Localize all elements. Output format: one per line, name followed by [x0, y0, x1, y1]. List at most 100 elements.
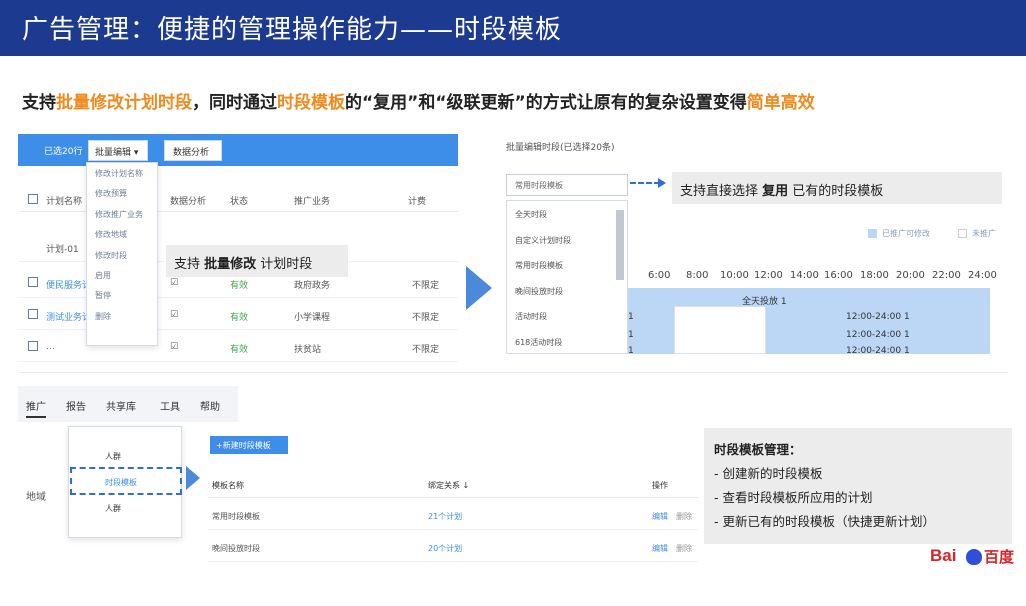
column-header: 状态 [230, 197, 249, 207]
info-title: 时段模板管理： [714, 442, 802, 457]
chart-icon[interactable]: ☑ [170, 278, 178, 288]
billing: 不限定 [412, 313, 440, 323]
legend-swatch [868, 229, 877, 238]
data-analysis-button[interactable]: 数据分析 [164, 140, 222, 161]
callout-text: 支持 [174, 257, 205, 272]
subtitle: 支持批量修改计划时段，同时通过时段模板的“复用”和“级联更新”的方式让原有的复杂… [22, 88, 815, 113]
table-row[interactable]: 常用时段模板 21个计划 编辑 删除 [208, 500, 698, 530]
bar-label: 全天投放 1 [742, 297, 787, 307]
hour-label: 22:00 [932, 270, 961, 281]
callout-bold: 批量修改 [204, 257, 257, 272]
hour-label: 6:00 [648, 270, 671, 281]
menu-item[interactable]: 人群 [105, 503, 121, 514]
billing: 不限定 [412, 281, 440, 291]
tab-shared-library[interactable]: 共享库 [106, 398, 136, 413]
column-header: 计费 [408, 197, 427, 207]
range-label: 12:00-24:00 1 [846, 346, 910, 356]
menu-item[interactable]: 修改地域 [87, 224, 157, 244]
subtitle-highlight: 批量修改计划时段 [56, 93, 192, 113]
menu-item[interactable]: 暂停 [87, 285, 157, 305]
column-header: 数据分析 [170, 197, 207, 207]
chart-icon[interactable]: ☑ [170, 342, 178, 352]
hour-label: 12:00 [754, 270, 783, 281]
plan-name: 计划-01 [46, 245, 79, 255]
nav-tabs: 推广 报告 共享库 工具 帮助 [18, 386, 238, 422]
tab-tools[interactable]: 工具 [160, 398, 180, 413]
batch-edit-menu: 修改计划名称 修改预算 修改推广业务 修改地域 修改时段 启用 暂停 删除 [86, 162, 158, 346]
list-item[interactable]: 618活动时段 [507, 329, 627, 355]
select-all-checkbox[interactable] [28, 194, 38, 204]
panel-header: 批量编辑时段(已选择20条) [506, 143, 615, 153]
table-row[interactable]: 晚间投放时段 20个计划 编辑 删除 [208, 532, 698, 562]
row-checkbox[interactable] [28, 309, 38, 319]
legend-swatch [958, 229, 967, 238]
menu-item[interactable]: 修改推广业务 [87, 204, 157, 224]
column-header: 计划名称 [46, 197, 83, 207]
billing: 不限定 [412, 345, 440, 355]
menu-item[interactable]: 修改时段 [87, 245, 157, 265]
info-box: 时段模板管理： - 创建新的时段模板 - 查看时段模板所应用的计划 - 更新已有… [704, 428, 1012, 544]
hour-label: 18:00 [860, 270, 889, 281]
delete-link[interactable]: 删除 [676, 543, 692, 554]
list-item[interactable]: 自定义计划时段 [507, 227, 627, 253]
baidu-logo: Bai 百度 [930, 546, 1022, 568]
table-row[interactable]: … ☑ 有效 扶贫站 不限定 [18, 330, 458, 362]
plan-name[interactable]: … [46, 342, 55, 352]
delete-link[interactable]: 删除 [676, 511, 692, 522]
template-panel: 推广 报告 共享库 工具 帮助 人群 时段模板 人群 地域 +新建时段模板 模板… [18, 386, 698, 566]
chart-icon[interactable]: ☑ [170, 310, 178, 320]
list-item[interactable]: 全天时段 [507, 201, 627, 227]
template-name: 晚间投放时段 [212, 544, 260, 553]
list-item[interactable]: 晚间投放时段 [507, 278, 627, 304]
bind-link[interactable]: 20个计划 [428, 543, 462, 554]
bind-link[interactable]: 21个计划 [428, 511, 462, 522]
title-bar: 广告管理：便捷的管理操作能力——时段模板 [0, 0, 1026, 56]
menu-item[interactable]: 修改预算 [87, 183, 157, 203]
menu-item[interactable]: 修改计划名称 [87, 163, 157, 183]
tab-help[interactable]: 帮助 [200, 398, 220, 413]
table-row[interactable]: 测试业务计划 ☑ 有效 小学课程 不限定 [18, 298, 458, 330]
status: 有效 [230, 313, 249, 323]
column-header: 操作 [652, 481, 668, 490]
callout-text: 已有的时段模板 [788, 184, 884, 199]
hour-label: 24:00 [968, 270, 997, 281]
subtitle-highlight: 简单高效 [746, 93, 815, 113]
info-item: - 创建新的时段模板 [714, 466, 823, 481]
list-item[interactable]: 活动时段 [507, 303, 627, 329]
region-label: 地域 [26, 492, 46, 503]
selected-count: 已选20行 [44, 147, 83, 157]
row-checkbox[interactable] [28, 277, 38, 287]
status: 有效 [230, 281, 249, 291]
row-checkbox[interactable] [28, 341, 38, 351]
hour-label: 14:00 [790, 270, 819, 281]
tab-report[interactable]: 报告 [66, 398, 86, 413]
tab-promote[interactable]: 推广 [26, 398, 46, 413]
subtitle-text: 支持 [22, 93, 56, 113]
menu-item[interactable]: 人群 [105, 451, 121, 462]
edit-link[interactable]: 编辑 [652, 543, 668, 554]
dash-connector [630, 182, 660, 184]
menu-item[interactable]: 删除 [87, 306, 157, 326]
toolbar: 已选20行 批量编辑 ▾ 数据分析 [18, 134, 458, 166]
menu-item[interactable]: 启用 [87, 265, 157, 285]
business: 扶贫站 [294, 345, 322, 355]
logo-text: Bai [930, 546, 957, 565]
row-mark: 1 [628, 330, 634, 340]
new-template-button[interactable]: +新建时段模板 [210, 436, 288, 454]
scrollbar[interactable] [616, 210, 624, 280]
edit-link[interactable]: 编辑 [652, 511, 668, 522]
info-item: - 查看时段模板所应用的计划 [714, 490, 873, 505]
hour-label: 20:00 [896, 270, 925, 281]
template-dropdown[interactable]: 常用时段模板 [506, 174, 628, 196]
range-label: 12:00-24:00 1 [846, 330, 910, 340]
time-grid-cells[interactable] [674, 306, 766, 354]
hour-label: 8:00 [686, 270, 709, 281]
page-title: 广告管理：便捷的管理操作能力——时段模板 [22, 15, 563, 45]
info-item: - 更新已有的时段模板（快捷更新计划） [714, 514, 935, 529]
batch-edit-button[interactable]: 批量编辑 ▾ [88, 140, 148, 161]
template-list: 全天时段 自定义计划时段 常用时段模板 晚间投放时段 活动时段 618活动时段 [506, 200, 628, 354]
column-header: 模板名称 [212, 481, 244, 490]
list-item[interactable]: 常用时段模板 [507, 252, 627, 278]
timeslot-panel: 批量编辑时段(已选择20条) 常用时段模板 全天时段 自定义计划时段 常用时段模… [500, 134, 1010, 364]
row-mark: 1 [628, 312, 634, 322]
